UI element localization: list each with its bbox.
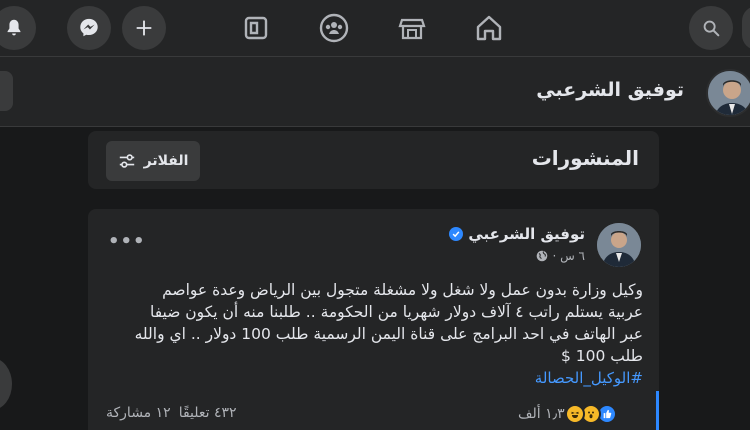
messenger-icon — [80, 18, 98, 37]
groups-tab[interactable] — [312, 8, 356, 48]
plus-icon — [136, 20, 152, 36]
profile-avatar[interactable] — [706, 69, 750, 117]
avatar-image — [708, 71, 750, 115]
create-button[interactable] — [122, 6, 166, 50]
post-card: توفيق الشرعبي ٦ س · ••• وكيل وزارة بدون … — [88, 209, 659, 430]
marketplace-tab[interactable] — [390, 8, 434, 48]
post-text-line: طلب 100 $ — [560, 347, 643, 365]
post-author-row: توفيق الشرعبي — [449, 225, 585, 243]
filters-button[interactable]: الفلاتر — [106, 141, 200, 181]
post-stats: ٤٣٢ تعليقًا ١٢ مشاركة — [106, 405, 237, 421]
avatar-image — [597, 223, 641, 267]
post-hashtag-link[interactable]: #الوكيل_الحصالة — [535, 369, 643, 387]
post-time[interactable]: ٦ س · — [552, 249, 585, 263]
post-text: وكيل وزارة بدون عمل ولا شغل ولا مشغلة مت… — [104, 279, 643, 367]
notifications-icon — [7, 19, 21, 36]
search-icon — [703, 20, 720, 37]
reaction-icons — [564, 404, 617, 424]
verified-badge-icon — [449, 227, 464, 241]
filters-label: الفلاتر — [143, 153, 189, 169]
focus-indicator — [656, 391, 659, 430]
side-field[interactable] — [0, 71, 13, 111]
notifications-button[interactable] — [0, 6, 36, 50]
post-meta: ٦ س · — [536, 249, 585, 263]
post-text-line: وكيل وزارة بدون عمل ولا شغل ولا مشغلة مت… — [162, 281, 643, 299]
post-author-name[interactable]: توفيق الشرعبي — [468, 225, 585, 243]
search-button[interactable] — [689, 6, 733, 50]
home-tab[interactable] — [467, 8, 511, 48]
gaming-tab[interactable] — [234, 8, 278, 48]
profile-name[interactable]: توفيق الشرعبي — [536, 79, 684, 101]
messenger-button[interactable] — [67, 6, 111, 50]
post-text-line: عبر الهاتف في احد البرامج على قناة اليمن… — [134, 325, 643, 343]
groups-icon — [319, 13, 349, 43]
reactions-count: ١٫٣ ألف — [518, 406, 565, 422]
haha-reaction-icon — [564, 404, 585, 424]
post-text-line: عربية يستلم راتب ٤ آلاف دولار شهريا من ا… — [149, 303, 643, 321]
side-scroll-button[interactable] — [0, 358, 12, 410]
gaming-icon — [244, 16, 268, 40]
globe-icon — [537, 250, 548, 262]
posts-header-card: المنشورات الفلاتر — [88, 131, 659, 189]
comments-count[interactable]: ٤٣٢ تعليقًا — [179, 405, 237, 421]
menu-button[interactable] — [742, 6, 750, 50]
top-navigation-bar — [0, 0, 750, 57]
home-icon — [476, 15, 502, 41]
post-options-button[interactable]: ••• — [108, 231, 146, 252]
sliders-icon — [119, 154, 134, 168]
marketplace-icon — [398, 18, 426, 40]
shares-count[interactable]: ١٢ مشاركة — [106, 405, 171, 421]
post-reactions[interactable]: ١٫٣ ألف — [518, 404, 617, 424]
posts-title: المنشورات — [531, 146, 639, 170]
post-author-avatar[interactable] — [597, 223, 641, 267]
profile-header: توفيق الشرعبي — [0, 57, 750, 127]
